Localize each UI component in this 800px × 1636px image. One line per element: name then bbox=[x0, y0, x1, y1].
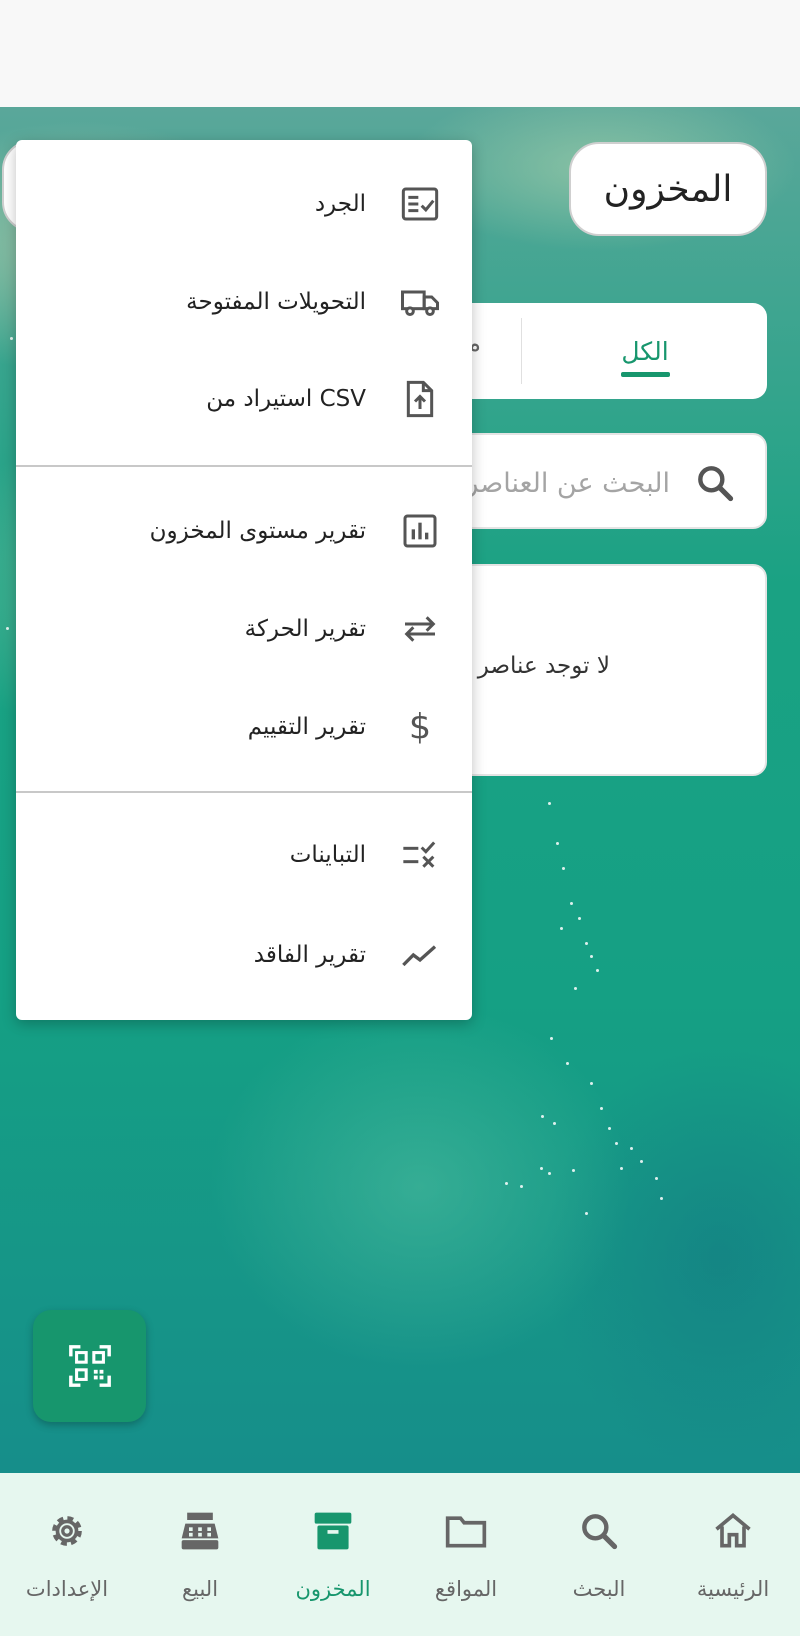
search-bar bbox=[440, 433, 767, 529]
status-bar-area bbox=[0, 0, 800, 107]
menu-item-stock-level-report[interactable]: تقرير مستوى المخزون bbox=[16, 482, 472, 580]
nav-label: المواقع bbox=[434, 1577, 498, 1601]
tabs-bar: الكل bbox=[440, 303, 767, 399]
folder-icon bbox=[445, 1516, 487, 1548]
svg-text:$: $ bbox=[409, 708, 431, 747]
nav-label: المخزون bbox=[295, 1577, 371, 1601]
page-title: المخزون bbox=[569, 142, 767, 236]
menu-item-movement-report[interactable]: تقرير الحركة bbox=[16, 580, 472, 678]
menu-item-valuation-report[interactable]: $ تقرير التقييم bbox=[16, 678, 472, 776]
menu-item-label: تقرير مستوى المخزون bbox=[149, 518, 366, 544]
empty-state-text: لا توجد عناصر bbox=[477, 653, 610, 679]
menu-item-label: تقرير التقييم bbox=[247, 714, 366, 740]
swap-arrows-icon bbox=[404, 616, 436, 642]
menu-item-discrepancies[interactable]: التباينات bbox=[16, 806, 472, 904]
qr-scan-button[interactable] bbox=[33, 1310, 146, 1422]
menu-item-import-csv[interactable]: استيراد من CSV bbox=[16, 350, 472, 448]
menu-divider bbox=[16, 791, 472, 793]
trending-down-icon bbox=[402, 945, 437, 967]
overflow-menu: الجرد التحويلات المفتوحة استيراد من CSV … bbox=[16, 140, 472, 1020]
tab-all-indicator bbox=[621, 372, 670, 377]
menu-divider bbox=[16, 465, 472, 467]
nav-label: البيع bbox=[181, 1577, 219, 1601]
menu-item-label: التحويلات المفتوحة bbox=[186, 289, 366, 315]
menu-item-shrinkage-report[interactable]: تقرير الفاقد bbox=[16, 906, 472, 1004]
nav-sale[interactable]: البيع bbox=[133, 1473, 267, 1636]
nav-search[interactable]: البحث bbox=[532, 1473, 666, 1636]
nav-label: الرئيسية bbox=[696, 1577, 770, 1601]
gear-icon bbox=[52, 1516, 82, 1546]
nav-inventory[interactable]: المخزون bbox=[266, 1473, 400, 1636]
menu-item-open-transfers[interactable]: التحويلات المفتوحة bbox=[16, 253, 472, 351]
search-icon[interactable] bbox=[693, 461, 737, 505]
search-input[interactable] bbox=[442, 435, 670, 527]
home-icon bbox=[715, 1513, 751, 1548]
nav-locations[interactable]: المواقع bbox=[399, 1473, 533, 1636]
qr-scan-icon bbox=[68, 1345, 111, 1387]
search-icon bbox=[582, 1514, 618, 1550]
archive-icon bbox=[314, 1512, 352, 1550]
bar-chart-icon bbox=[403, 514, 437, 548]
menu-item-label: التباينات bbox=[289, 842, 366, 868]
file-upload-icon bbox=[406, 380, 434, 418]
nav-settings[interactable]: الإعدادات bbox=[0, 1473, 134, 1636]
tab-all[interactable]: الكل bbox=[523, 303, 767, 399]
nav-home[interactable]: الرئيسية bbox=[666, 1473, 800, 1636]
menu-item-stocktake[interactable]: الجرد bbox=[16, 155, 472, 253]
menu-item-label: الجرد bbox=[314, 191, 366, 217]
truck-icon bbox=[401, 290, 439, 316]
nav-label: البحث bbox=[572, 1577, 626, 1601]
bottom-navigation: الرئيسية البحث المواقع المخزون البيع الإ… bbox=[0, 1473, 800, 1636]
menu-item-label: تقرير الحركة bbox=[244, 616, 366, 642]
rule-icon bbox=[403, 841, 436, 868]
menu-item-label: تقرير الفاقد bbox=[253, 942, 366, 968]
tab-divider bbox=[521, 318, 522, 384]
checklist-icon bbox=[401, 187, 439, 221]
cash-register-icon bbox=[181, 1512, 219, 1550]
nav-label: الإعدادات bbox=[25, 1577, 109, 1601]
dollar-icon: $ bbox=[409, 708, 431, 747]
menu-item-label: استيراد من CSV bbox=[206, 386, 366, 412]
